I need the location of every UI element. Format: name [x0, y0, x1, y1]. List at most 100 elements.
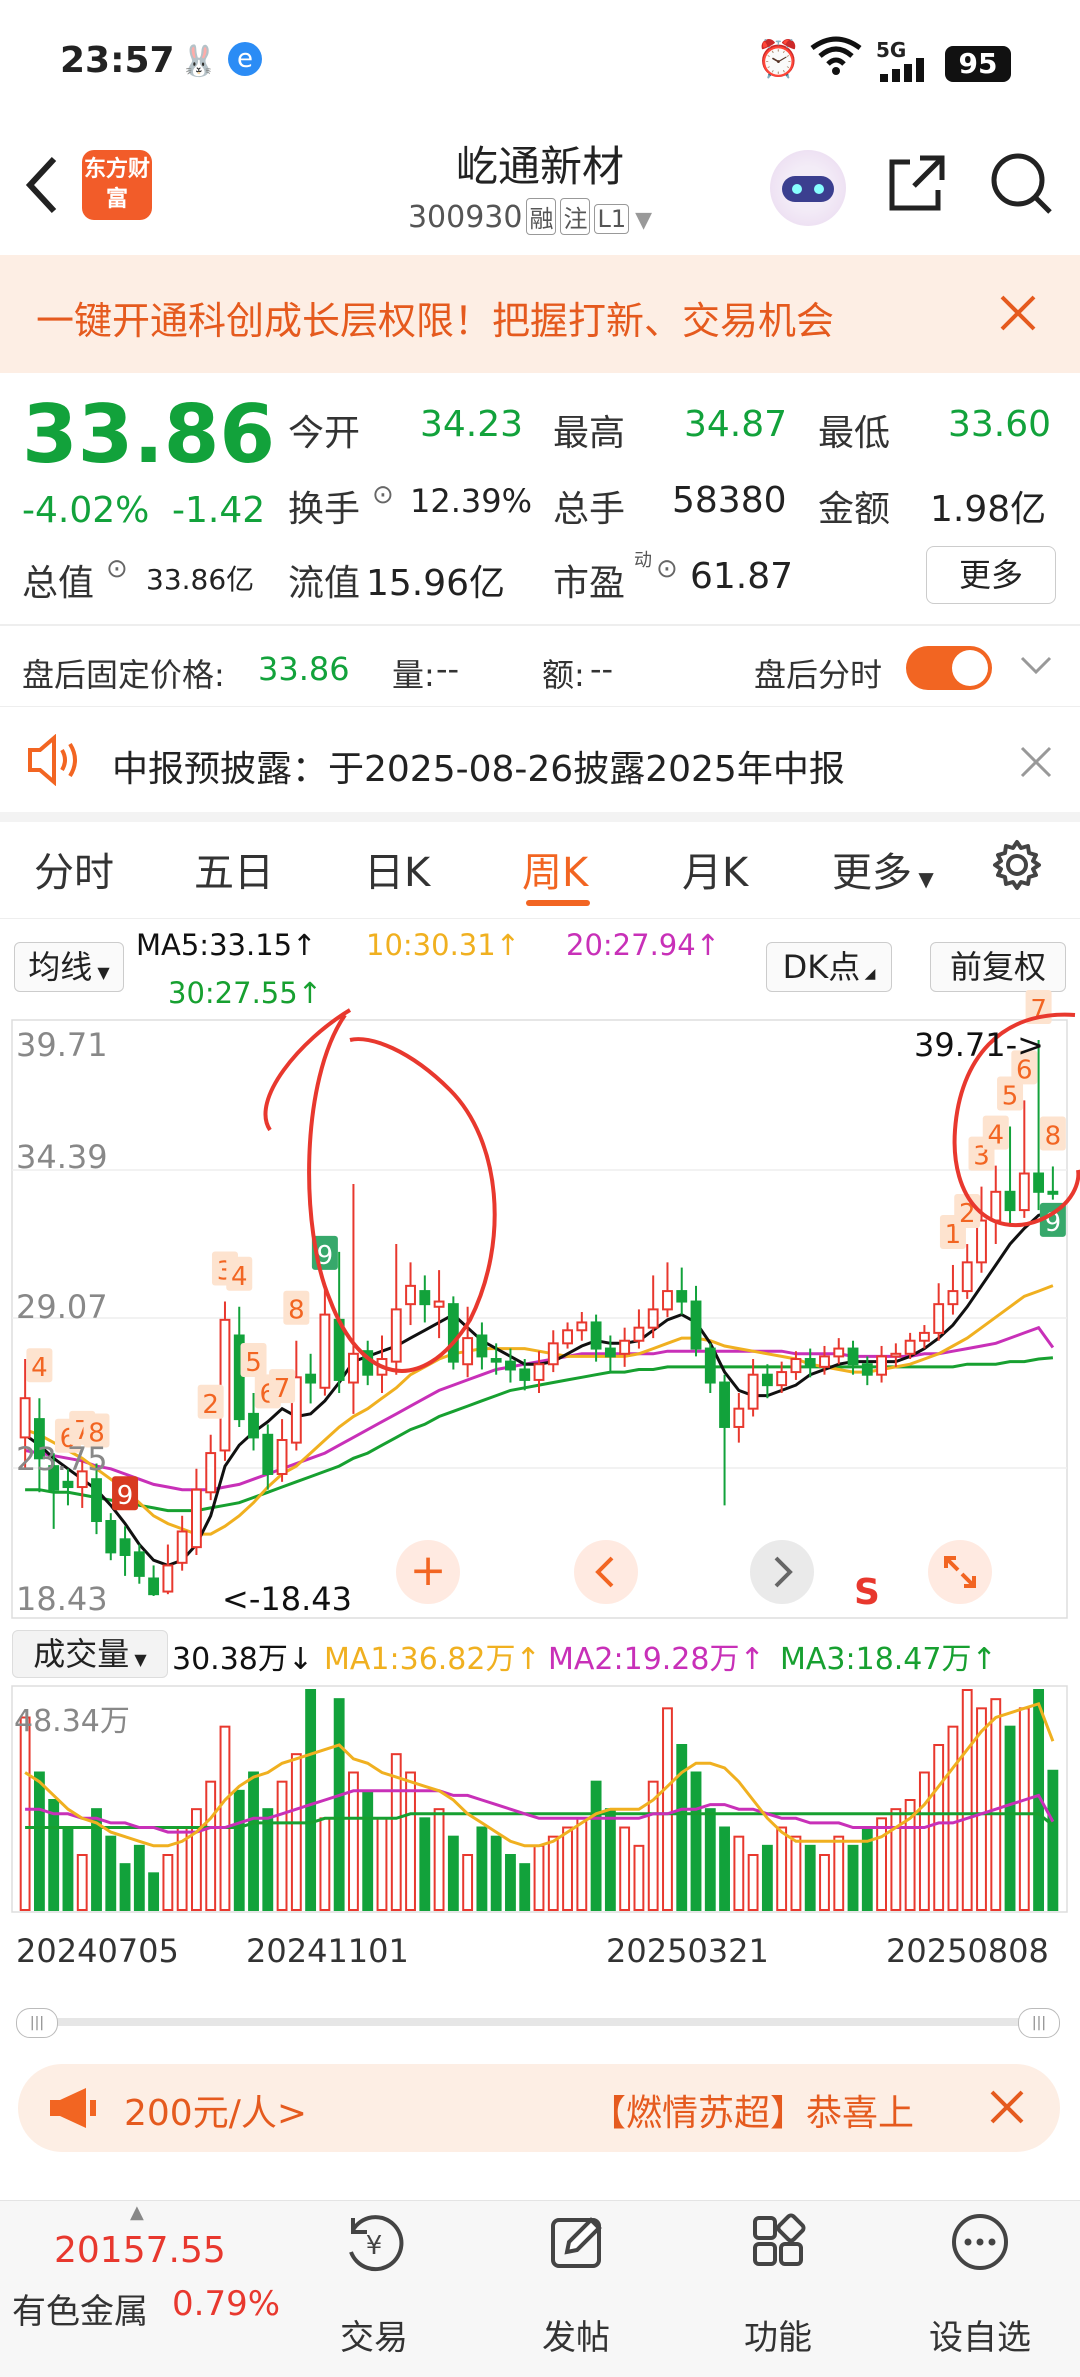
volume-bar	[62, 1826, 74, 1911]
info-icon[interactable]: ⊙	[106, 554, 128, 584]
browser-notification-icon: e	[228, 42, 262, 76]
candle-body	[776, 1371, 788, 1387]
close-icon[interactable]	[1018, 744, 1054, 784]
range-handle-left[interactable]: |||	[16, 2008, 58, 2038]
volume-bar	[233, 1789, 245, 1912]
after-hours-volume: --	[436, 650, 460, 688]
after-hours-toggle[interactable]	[906, 646, 992, 690]
volume-bar	[633, 1844, 645, 1912]
current-price: 33.86	[22, 388, 276, 481]
notice-text[interactable]: 中报预披露：于2025-08-26披露2025年中报	[112, 740, 845, 792]
candle-body	[1047, 1190, 1059, 1195]
kline-chart[interactable]: 4678932456789123456789	[0, 920, 1080, 2030]
assistant-avatar-icon[interactable]	[770, 150, 846, 226]
volume-bar	[505, 1854, 516, 1911]
more-button[interactable]: 更多	[926, 546, 1056, 604]
volume-label: 总手	[553, 489, 626, 530]
volume-bar	[547, 1835, 559, 1911]
candle-body	[162, 1564, 174, 1593]
after-hours-price: 33.86	[258, 650, 350, 688]
scroll-right-button[interactable]	[750, 1540, 814, 1604]
divider	[0, 812, 1080, 822]
info-icon[interactable]: ⊙	[656, 554, 678, 584]
grid-icon[interactable]	[708, 2210, 848, 2289]
volume-bar	[119, 1863, 131, 1911]
candle-body	[119, 1538, 131, 1556]
speaker-icon	[26, 733, 82, 790]
index-value[interactable]: 20157.55	[54, 2230, 226, 2271]
search-icon[interactable]	[988, 150, 1054, 220]
candle-body	[619, 1339, 631, 1355]
settings-icon[interactable]	[990, 838, 1044, 896]
scroll-left-button[interactable]	[574, 1540, 638, 1604]
fullscreen-button[interactable]	[928, 1540, 992, 1604]
nav-post[interactable]: 发帖	[506, 2310, 646, 2359]
volume-bar	[590, 1780, 602, 1911]
more-dots-icon[interactable]	[910, 2210, 1050, 2289]
chevron-down-icon[interactable]	[1018, 652, 1054, 684]
volume-indicator-select[interactable]: 成交量 ▼	[12, 1630, 168, 1678]
banner-text: 一键开通科创成长层权限！把握打新、交易机会	[36, 299, 835, 343]
vol-ma2: MA2:19.28万↑	[548, 1642, 765, 1677]
volume-bar	[148, 1872, 160, 1912]
amount-value: 1.98亿	[930, 489, 1047, 530]
compose-icon[interactable]	[506, 2210, 646, 2289]
index-percent: 0.79%	[172, 2284, 281, 2324]
tab-intraday[interactable]: 分时	[34, 840, 114, 898]
after-hours-volume-label: 量:	[392, 656, 435, 694]
promo-banner[interactable]: 一键开通科创成长层权限！把握打新、交易机会	[0, 255, 1080, 373]
vol-ma1-line	[24, 1701, 1055, 1848]
tab-more[interactable]: 更多 ▼	[832, 840, 934, 898]
volume-bar	[305, 1689, 317, 1911]
tab-weekly-k[interactable]: 周K	[522, 840, 588, 898]
close-icon[interactable]	[996, 291, 1040, 339]
nav-add-watchlist[interactable]: 设自选	[910, 2310, 1050, 2359]
back-icon[interactable]	[22, 155, 62, 219]
svg-text:¥: ¥	[366, 2231, 383, 2261]
high-label: 最高	[553, 413, 626, 454]
nav-functions[interactable]: 功能	[708, 2310, 848, 2359]
zoom-in-button[interactable]: +	[396, 1540, 460, 1604]
volume-bar	[19, 1716, 31, 1911]
tab-daily-k[interactable]: 日K	[364, 840, 430, 898]
range-scrollbar[interactable]: ||| |||	[16, 2008, 1060, 2038]
y-axis-label: 29.07	[16, 1288, 108, 1326]
open-value: 34.23	[420, 404, 524, 445]
volume-bar	[833, 1835, 845, 1911]
info-icon[interactable]: ⊙	[372, 480, 394, 510]
candle-body	[390, 1308, 402, 1363]
nav-trade[interactable]: 交易	[304, 2310, 444, 2359]
app-logo[interactable]: 东方财富	[82, 150, 152, 220]
volume-bar	[405, 1771, 416, 1911]
index-expand-icon[interactable]: ▲	[130, 2202, 144, 2223]
trade-icon[interactable]: ¥	[304, 2210, 444, 2289]
volume-bar	[790, 1835, 802, 1911]
status-time: 23:57	[60, 40, 175, 81]
tab-active-indicator	[526, 900, 590, 906]
volume-bar	[662, 1707, 673, 1912]
close-icon[interactable]	[986, 2086, 1028, 2132]
volume-bar	[362, 1789, 374, 1912]
tab-monthly-k[interactable]: 月K	[682, 840, 748, 898]
float-cap-label: 流值	[288, 563, 361, 604]
stock-code-row[interactable]: 300930 融注 L1 ▼	[330, 198, 730, 235]
divider	[0, 706, 1080, 707]
promo-ticker[interactable]: 200元/人> 【燃情苏超】恭喜上	[18, 2064, 1060, 2152]
candle-body	[476, 1334, 488, 1358]
share-icon[interactable]	[884, 152, 948, 220]
tab-more-label: 更多	[832, 850, 912, 896]
volume-bar	[562, 1826, 573, 1911]
range-handle-right[interactable]: |||	[1018, 2008, 1060, 2038]
y-axis-label: 23.75	[16, 1440, 108, 1478]
vol-ma1: MA1:36.82万↑	[324, 1642, 541, 1677]
volume-max-label: 48.34万	[14, 1704, 130, 1739]
volume-bar	[604, 1808, 616, 1911]
td-signal-label: 5	[1002, 1081, 1019, 1111]
candle-body	[447, 1303, 459, 1363]
volume-bar	[462, 1854, 474, 1911]
sell-signal: S	[854, 1572, 880, 1613]
candle-body	[690, 1300, 702, 1350]
tab-five-day[interactable]: 五日	[194, 840, 274, 898]
vol-ma3: MA3:18.47万↑	[780, 1642, 997, 1677]
candle-body	[105, 1520, 117, 1554]
